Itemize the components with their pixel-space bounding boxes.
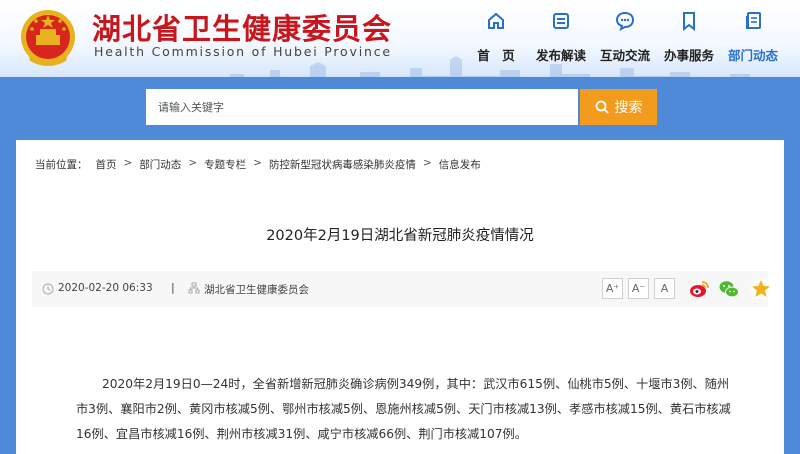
breadcrumb-prefix: 当前位置： xyxy=(35,159,88,171)
bookmark-icon xyxy=(676,8,702,34)
breadcrumb-separator: > xyxy=(188,157,198,169)
breadcrumb-special-topics[interactable]: 专题专栏 xyxy=(204,157,246,172)
nav-services-label: 办事服务 xyxy=(663,48,714,63)
search-button[interactable]: 搜索 xyxy=(580,89,657,125)
nav-home-label: 首 页 xyxy=(477,48,515,63)
nav-release-interpretation[interactable]: 发布解读 xyxy=(525,8,597,68)
site-title: 湖北省卫生健康委员会 xyxy=(92,12,393,46)
breadcrumb-epidemic-control[interactable]: 防控新型冠状病毒感染肺炎疫情 xyxy=(269,157,416,172)
search-input[interactable] xyxy=(146,89,578,125)
nav-home[interactable]: 首 页 xyxy=(460,8,532,68)
article-title: 2020年2月19日湖北省新冠肺炎疫情情况 xyxy=(266,228,534,244)
article-panel: 当前位置： 首页 > 部门动态 > 专题专栏 > 防控新型冠状病毒感染肺炎疫情 … xyxy=(16,140,784,454)
home-icon xyxy=(483,8,509,34)
nav-department-news[interactable]: 部门动态 xyxy=(717,8,789,68)
font-decrease-button[interactable]: A⁻ xyxy=(628,278,649,299)
meta-separator: | xyxy=(171,281,175,294)
nav-services[interactable]: 办事服务 xyxy=(653,8,725,68)
wechat-icon[interactable] xyxy=(718,278,740,300)
breadcrumb: 当前位置： 首页 > 部门动态 > 专题专栏 > 防控新型冠状病毒感染肺炎疫情 … xyxy=(35,157,481,172)
nav-interaction-label: 互动交流 xyxy=(599,48,650,63)
nav-release-label: 发布解读 xyxy=(535,48,586,63)
national-emblem-logo xyxy=(21,10,75,66)
chat-icon xyxy=(612,8,638,34)
publish-date: 2020-02-20 06:33 xyxy=(58,282,153,294)
search-icon xyxy=(595,100,609,114)
site-header: 湖北省卫生健康委员会 Health Commission of Hubei Pr… xyxy=(0,0,800,77)
breadcrumb-department-news[interactable]: 部门动态 xyxy=(139,157,181,172)
breadcrumb-info-release[interactable]: 信息发布 xyxy=(439,157,481,172)
font-default-button[interactable]: A xyxy=(654,278,675,299)
weibo-icon[interactable] xyxy=(688,278,710,300)
document-icon xyxy=(548,8,574,34)
search-button-label: 搜索 xyxy=(614,100,643,116)
breadcrumb-home[interactable]: 首页 xyxy=(96,157,117,172)
site-subtitle: Health Commission of Hubei Province xyxy=(94,44,392,59)
nav-department-news-label: 部门动态 xyxy=(727,48,778,63)
breadcrumb-separator: > xyxy=(422,157,432,169)
breadcrumb-separator: > xyxy=(253,157,262,169)
favorite-star-icon[interactable] xyxy=(750,278,772,300)
font-increase-button[interactable]: A⁺ xyxy=(602,278,623,299)
article-source: 湖北省卫生健康委员会 xyxy=(204,284,309,296)
article-body: 2020年2月19日0—24时，全省新增新冠肺炎确诊病例349例，其中：武汉市6… xyxy=(76,377,731,441)
organization-icon xyxy=(188,282,200,294)
news-icon xyxy=(740,8,766,34)
clock-icon xyxy=(42,283,54,295)
breadcrumb-separator: > xyxy=(123,157,133,169)
nav-interaction[interactable]: 互动交流 xyxy=(589,8,661,68)
article-meta-bar: 2020-02-20 06:33 | 湖北省卫生健康委员会 A⁺ A⁻ A xyxy=(32,271,771,307)
